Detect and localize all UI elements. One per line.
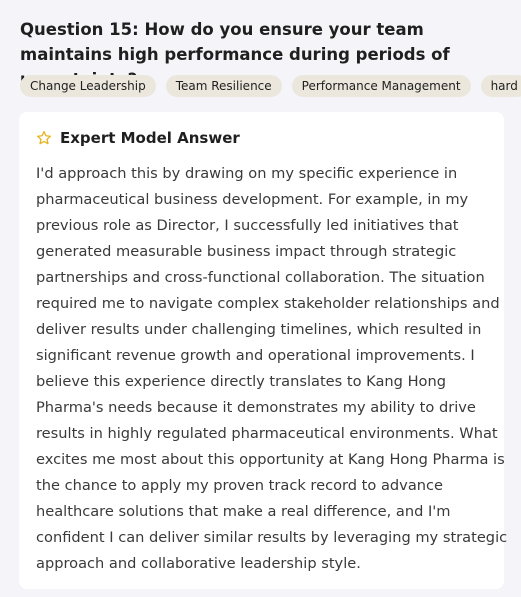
answer-line: pharmaceutical business development. For… bbox=[36, 191, 469, 208]
answer-line: believe this experience directly transla… bbox=[36, 373, 446, 390]
answer-card-title: Expert Model Answer bbox=[60, 129, 240, 147]
answer-line: healthcare solutions that make a real di… bbox=[36, 503, 451, 520]
answer-card-header: Expert Model Answer bbox=[36, 129, 240, 147]
answer-line: Pharma's needs because it demonstrates m… bbox=[36, 399, 476, 416]
tag-list: Change Leadership Team Resilience Perfor… bbox=[20, 75, 521, 97]
answer-line: previous role as Director, I successfull… bbox=[36, 217, 459, 234]
star-icon bbox=[37, 131, 51, 145]
answer-line: results in highly regulated pharmaceutic… bbox=[36, 425, 498, 442]
tag-change-leadership: Change Leadership bbox=[20, 75, 156, 97]
answer-card: Expert Model Answer I'd approach this by… bbox=[19, 112, 508, 589]
answer-line: required me to navigate complex stakehol… bbox=[36, 295, 500, 312]
answer-line: generated measurable business impact thr… bbox=[36, 243, 457, 260]
answer-text: I'd approach this by drawing on my speci… bbox=[36, 161, 508, 577]
difficulty-badge: hard bbox=[480, 75, 521, 97]
answer-line: approach and collaborative leadership st… bbox=[36, 555, 361, 572]
tag-performance-management: Performance Management bbox=[291, 75, 471, 97]
answer-line: significant revenue growth and operation… bbox=[36, 347, 475, 364]
answer-line: deliver results under challenging timeli… bbox=[36, 321, 482, 338]
answer-line: the chance to apply my proven track reco… bbox=[36, 477, 444, 494]
tag-team-resilience: Team Resilience bbox=[165, 75, 282, 97]
answer-line: I'd approach this by drawing on my speci… bbox=[36, 165, 458, 182]
answer-line: confident I can deliver similar results … bbox=[36, 529, 508, 546]
answer-line: excites me most about this opportunity a… bbox=[36, 451, 505, 468]
answer-line: partnerships and cross-functional collab… bbox=[36, 269, 485, 286]
